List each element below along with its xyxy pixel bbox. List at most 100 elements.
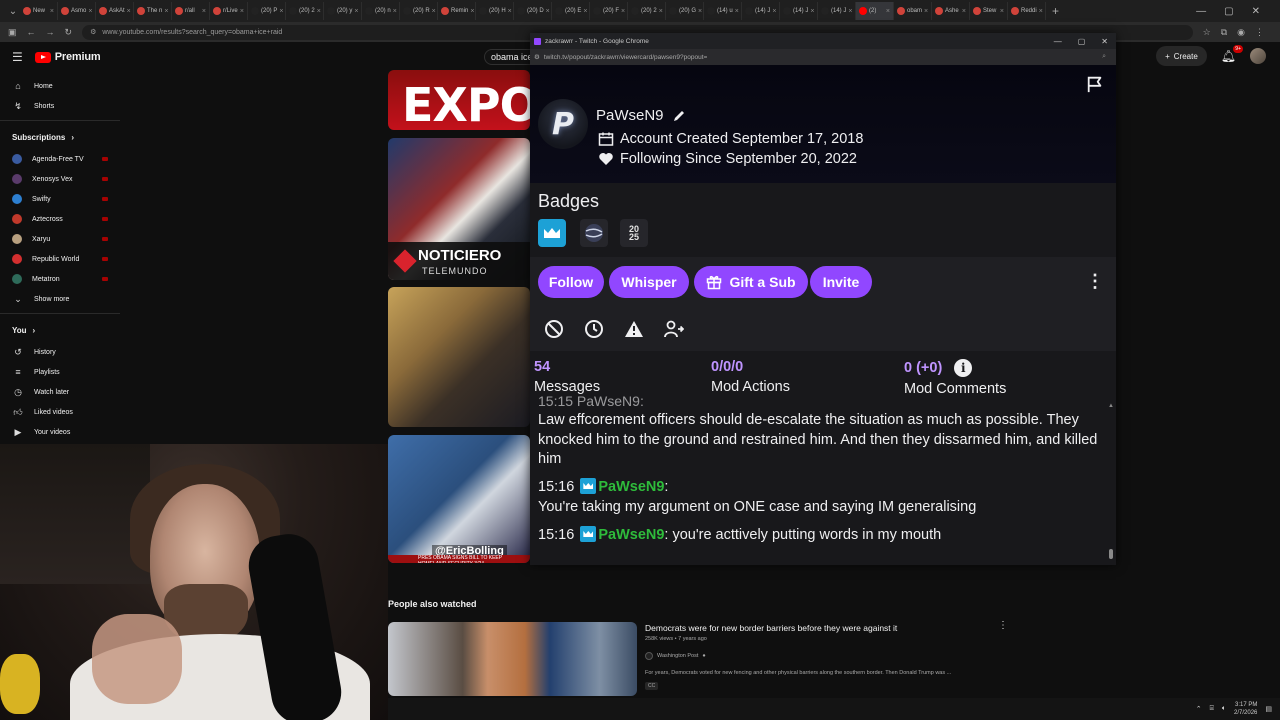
browser-tab[interactable]: Ashe × bbox=[932, 2, 970, 20]
video-thumbnail[interactable] bbox=[388, 287, 530, 427]
tab-close-icon[interactable]: × bbox=[88, 8, 92, 15]
notification-center-icon[interactable]: ▤ bbox=[1265, 705, 1272, 713]
sidebar-item-playlists[interactable]: ≡ Playlists bbox=[0, 362, 120, 382]
gift-sub-button[interactable]: Gift a Sub bbox=[694, 266, 808, 298]
sidebar-item-liked[interactable]: 👍︎ Liked videos bbox=[0, 402, 120, 422]
site-info-icon[interactable]: ⚙ bbox=[90, 28, 96, 36]
tab-close-icon[interactable]: × bbox=[848, 8, 852, 15]
chat-scrollbar[interactable]: ▲ bbox=[1108, 403, 1114, 563]
browser-tab[interactable]: AskAt × bbox=[96, 2, 134, 20]
tab-close-icon[interactable]: × bbox=[735, 8, 739, 15]
close-icon[interactable]: ✕ bbox=[1101, 37, 1108, 46]
browser-tab[interactable]: (20) 2 × bbox=[628, 2, 666, 20]
tab-close-icon[interactable]: × bbox=[127, 8, 131, 15]
tab-close-icon[interactable]: × bbox=[698, 8, 702, 15]
browser-tab[interactable]: (14) J × bbox=[818, 2, 856, 20]
sidebar-item-channel[interactable]: Metatron bbox=[0, 269, 120, 289]
browser-tab[interactable]: Remin × bbox=[438, 2, 476, 20]
minimize-icon[interactable]: — bbox=[1196, 6, 1206, 17]
avatar[interactable] bbox=[1250, 48, 1266, 64]
tab-close-icon[interactable]: × bbox=[354, 8, 358, 15]
extensions-icon[interactable]: ⧉ bbox=[1221, 27, 1227, 38]
add-mod-icon[interactable] bbox=[664, 319, 684, 339]
tab-close-icon[interactable]: × bbox=[810, 8, 814, 15]
sidebar-toggle-icon[interactable]: ▣ bbox=[8, 27, 17, 38]
browser-tab[interactable]: (20) E × bbox=[552, 2, 590, 20]
menu-icon[interactable]: ⋮ bbox=[1255, 27, 1264, 38]
video-thumbnail[interactable] bbox=[388, 622, 637, 696]
tab-close-icon[interactable]: × bbox=[317, 8, 321, 15]
video-title[interactable]: Democrats were for new border barriers b… bbox=[645, 623, 897, 633]
show-more-button[interactable]: ⌄ Show more bbox=[0, 289, 120, 309]
tab-close-icon[interactable]: × bbox=[962, 8, 966, 15]
browser-tab[interactable]: (20) n × bbox=[362, 2, 400, 20]
video-channel[interactable]: Washington Post ● bbox=[645, 652, 706, 660]
tab-close-icon[interactable]: × bbox=[240, 8, 244, 15]
new-tab-icon[interactable]: + bbox=[1052, 4, 1059, 18]
bookmark-icon[interactable]: ☆ bbox=[1203, 27, 1211, 38]
browser-tab[interactable]: (20) H × bbox=[476, 2, 514, 20]
sidebar-item-your-videos[interactable]: ▶ Your videos bbox=[0, 422, 120, 442]
report-flag-icon[interactable] bbox=[1086, 75, 1104, 93]
you-header[interactable]: You › bbox=[0, 318, 120, 342]
ban-icon[interactable] bbox=[544, 319, 564, 339]
sidebar-item-channel[interactable]: Swifty bbox=[0, 189, 120, 209]
timeout-clock-icon[interactable] bbox=[584, 319, 604, 339]
tab-close-icon[interactable]: × bbox=[470, 8, 474, 15]
sidebar-item-channel[interactable]: Agenda-Free TV bbox=[0, 149, 120, 169]
edit-pencil-icon[interactable] bbox=[672, 109, 686, 123]
tab-close-icon[interactable]: × bbox=[432, 8, 436, 15]
browser-tab[interactable]: (20) R × bbox=[400, 2, 438, 20]
back-icon[interactable]: ← bbox=[27, 27, 36, 37]
tab-close-icon[interactable]: × bbox=[772, 8, 776, 15]
video-thumbnail[interactable]: NOTICIERO TELEMUNDO bbox=[388, 138, 530, 280]
create-button[interactable]: + Create bbox=[1156, 46, 1207, 66]
browser-tab[interactable]: r/all × bbox=[172, 2, 210, 20]
profile-icon[interactable]: ◉ bbox=[1237, 27, 1245, 38]
video-thumbnail[interactable]: EXPO bbox=[388, 70, 530, 130]
scroll-up-icon[interactable]: ▲ bbox=[1108, 403, 1114, 409]
browser-tab[interactable]: (14) u × bbox=[704, 2, 742, 20]
network-icon[interactable]: ⌸ bbox=[1210, 705, 1214, 713]
sidebar-item-channel[interactable]: Republic World bbox=[0, 249, 120, 269]
volume-icon[interactable]: 🔈︎ bbox=[1222, 705, 1226, 713]
user-avatar[interactable]: P bbox=[538, 99, 588, 149]
tab-close-icon[interactable]: × bbox=[164, 8, 168, 15]
event-badge[interactable] bbox=[580, 219, 608, 247]
follow-button[interactable]: Follow bbox=[538, 266, 604, 298]
browser-tab[interactable]: (2) × bbox=[856, 2, 894, 20]
browser-tab[interactable]: (20) F × bbox=[590, 2, 628, 20]
zoom-icon[interactable]: ⌕ bbox=[1102, 53, 1116, 61]
browser-tab[interactable]: (20) D × bbox=[514, 2, 552, 20]
forward-icon[interactable]: → bbox=[46, 27, 55, 37]
sidebar-item-history[interactable]: ↺ History bbox=[0, 342, 120, 362]
video-thumbnail[interactable]: @EricBolling PRES OBAMA SIGNS BILL TO KE… bbox=[388, 435, 530, 563]
whisper-button[interactable]: Whisper bbox=[609, 266, 689, 298]
tab-messages[interactable]: 54 Messages bbox=[534, 359, 600, 395]
tab-close-icon[interactable]: × bbox=[924, 8, 928, 15]
more-options-icon[interactable]: ⋮ bbox=[1086, 271, 1104, 292]
tab-close-icon[interactable]: × bbox=[659, 8, 663, 15]
info-icon[interactable]: i bbox=[954, 359, 973, 377]
maximize-icon[interactable]: ▢ bbox=[1224, 6, 1233, 17]
browser-tab[interactable]: (14) J × bbox=[742, 2, 780, 20]
tab-close-icon[interactable]: × bbox=[1000, 8, 1004, 15]
tab-close-icon[interactable]: × bbox=[583, 8, 587, 15]
tab-search-icon[interactable]: ⌄ bbox=[6, 6, 20, 17]
browser-tab[interactable]: The n × bbox=[134, 2, 172, 20]
youtube-logo[interactable]: Premium bbox=[34, 51, 101, 63]
close-icon[interactable]: ✕ bbox=[1252, 6, 1260, 17]
tab-close-icon[interactable]: × bbox=[546, 8, 550, 15]
tab-close-icon[interactable]: × bbox=[393, 8, 397, 15]
browser-tab[interactable]: Reddi × bbox=[1008, 2, 1046, 20]
message-author[interactable]: PaWseN9 bbox=[598, 527, 664, 543]
browser-tab[interactable]: Asmo × bbox=[58, 2, 96, 20]
tray-chevron-icon[interactable]: ⌃ bbox=[1196, 705, 1202, 713]
browser-tab[interactable]: (20) G × bbox=[666, 2, 704, 20]
notifications-button[interactable]: 🔔︎ 9+ bbox=[1221, 45, 1243, 63]
warning-icon[interactable] bbox=[624, 319, 644, 339]
scrollbar-thumb[interactable] bbox=[1109, 549, 1113, 559]
browser-tab[interactable]: Stew × bbox=[970, 2, 1008, 20]
message-author[interactable]: PaWseN9 bbox=[598, 479, 664, 495]
clock[interactable]: 3:17 PM 2/7/2026 bbox=[1234, 701, 1257, 717]
